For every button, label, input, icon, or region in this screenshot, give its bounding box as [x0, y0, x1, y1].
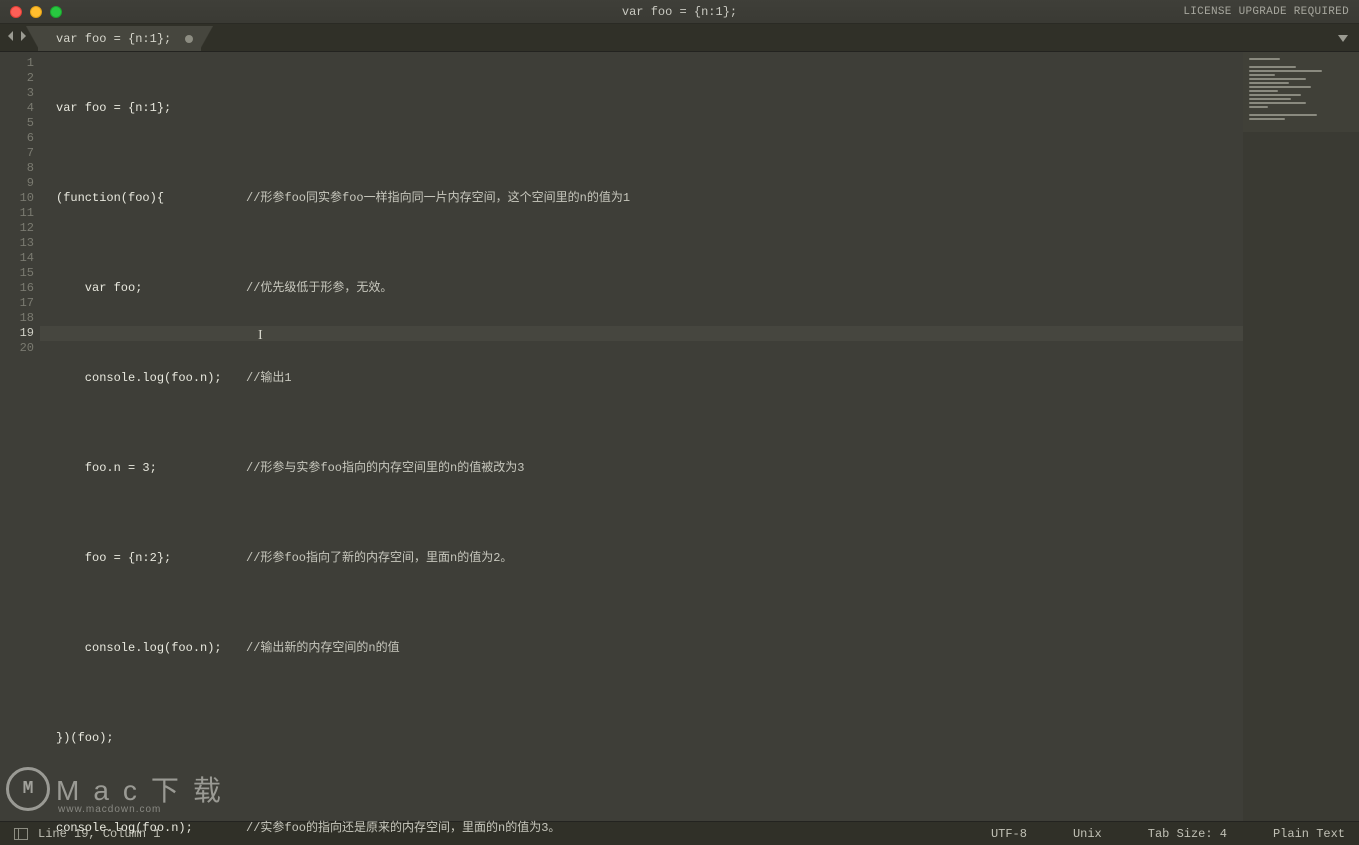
zoom-window-button[interactable]: [50, 6, 62, 18]
code-text: [56, 326, 246, 341]
editor-area: 1 2 3 4 5 6 7 8 9 10 11 12 13 14 15 16 1…: [0, 52, 1359, 821]
code-comment: //实参foo的指向还是原来的内存空间，里面的n的值为3。: [246, 821, 560, 836]
code-text: [56, 776, 246, 791]
line-number: 11: [0, 206, 34, 221]
minimize-window-button[interactable]: [30, 6, 42, 18]
code-text: foo = {n:2};: [56, 551, 246, 566]
line-number: 18: [0, 311, 34, 326]
code-text: [56, 236, 246, 251]
window-controls: [0, 6, 62, 18]
code-content[interactable]: var foo = {n:1}; (function(foo){//形参foo同…: [40, 52, 1243, 821]
window-title: var foo = {n:1};: [622, 5, 737, 19]
line-number: 6: [0, 131, 34, 146]
status-syntax[interactable]: Plain Text: [1273, 827, 1345, 841]
code-text: })(foo);: [56, 731, 246, 746]
code-comment: //输出1: [246, 371, 292, 386]
line-number: 7: [0, 146, 34, 161]
code-comment: //形参与实参foo指向的内存空间里的n的值被改为3: [246, 461, 524, 476]
gutter[interactable]: 1 2 3 4 5 6 7 8 9 10 11 12 13 14 15 16 1…: [0, 52, 40, 821]
code-text: console.log(foo.n);: [56, 821, 246, 836]
title-bar: var foo = {n:1}; LICENSE UPGRADE REQUIRE…: [0, 0, 1359, 24]
line-number: 9: [0, 176, 34, 191]
line-number: 17: [0, 296, 34, 311]
line-number: 14: [0, 251, 34, 266]
code-comment: //形参foo同实参foo一样指向同一片内存空间，这个空间里的n的值为1: [246, 191, 630, 206]
text-cursor-icon: I: [258, 328, 263, 343]
line-number: 5: [0, 116, 34, 131]
tab-label: var foo = {n:1};: [56, 32, 171, 46]
code-comment: //优先级低于形参，无效。: [246, 281, 392, 296]
panel-switcher-icon[interactable]: [14, 828, 28, 840]
tab-overflow-button[interactable]: [1337, 31, 1349, 49]
line-number: 20: [0, 341, 34, 356]
code-text: var foo;: [56, 281, 246, 296]
tab-file[interactable]: var foo = {n:1};: [38, 26, 201, 51]
code-comment: //形参foo指向了新的内存空间，里面n的值为2。: [246, 551, 512, 566]
line-number: 2: [0, 71, 34, 86]
code-text: console.log(foo.n);: [56, 371, 246, 386]
close-window-button[interactable]: [10, 6, 22, 18]
code-text: foo.n = 3;: [56, 461, 246, 476]
code-text: [56, 146, 246, 161]
dirty-indicator-icon: [185, 35, 193, 43]
line-number: 19: [0, 326, 34, 341]
code-text: console.log(foo.n);: [56, 641, 246, 656]
line-number: 8: [0, 161, 34, 176]
code-text: [56, 416, 246, 431]
line-number: 12: [0, 221, 34, 236]
line-number: 15: [0, 266, 34, 281]
code-text: [56, 506, 246, 521]
line-number: 3: [0, 86, 34, 101]
code-text: var foo = {n:1};: [56, 101, 246, 116]
minimap[interactable]: [1243, 52, 1359, 821]
code-text: (function(foo){: [56, 191, 246, 206]
tab-bar: var foo = {n:1};: [0, 24, 1359, 52]
code-text: [56, 686, 246, 701]
line-number: 16: [0, 281, 34, 296]
nav-back-button[interactable]: [6, 29, 16, 47]
code-text: [56, 596, 246, 611]
line-number: 4: [0, 101, 34, 116]
code-comment: //输出新的内存空间的n的值: [246, 641, 400, 656]
line-number: 10: [0, 191, 34, 206]
license-notice[interactable]: LICENSE UPGRADE REQUIRED: [1183, 6, 1349, 18]
minimap-viewport[interactable]: [1243, 52, 1359, 132]
line-number: 1: [0, 56, 34, 71]
line-number: 13: [0, 236, 34, 251]
